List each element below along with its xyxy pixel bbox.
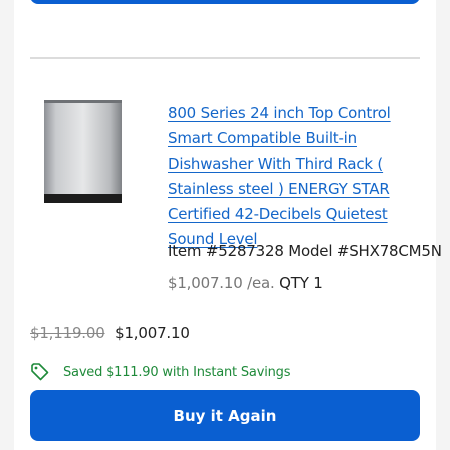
product-image[interactable] — [30, 100, 136, 206]
item-model-number: Item #5287328 Model #SHX78CM5N — [168, 242, 442, 260]
product-title-link[interactable]: 800 Series 24 inch Top Control Smart Com… — [168, 101, 430, 253]
unit-price: $1,007.10 /ea. — [168, 274, 275, 292]
sale-price: $1,007.10 — [115, 324, 190, 342]
unit-price-line: $1,007.10 /ea. QTY 1 — [168, 274, 323, 292]
quantity: QTY 1 — [279, 274, 323, 292]
savings-text: Saved $111.90 with Instant Savings — [63, 364, 291, 380]
tag-icon — [30, 362, 50, 382]
original-price: $1,119.00 — [30, 324, 105, 342]
dishwasher-icon — [44, 100, 122, 203]
instant-savings-note: Saved $111.90 with Instant Savings — [30, 362, 290, 382]
price-summary: $1,119.00 $1,007.10 — [30, 324, 190, 342]
top-action-button[interactable] — [30, 0, 420, 4]
buy-it-again-button[interactable]: Buy it Again — [30, 390, 420, 441]
section-divider — [30, 57, 420, 59]
